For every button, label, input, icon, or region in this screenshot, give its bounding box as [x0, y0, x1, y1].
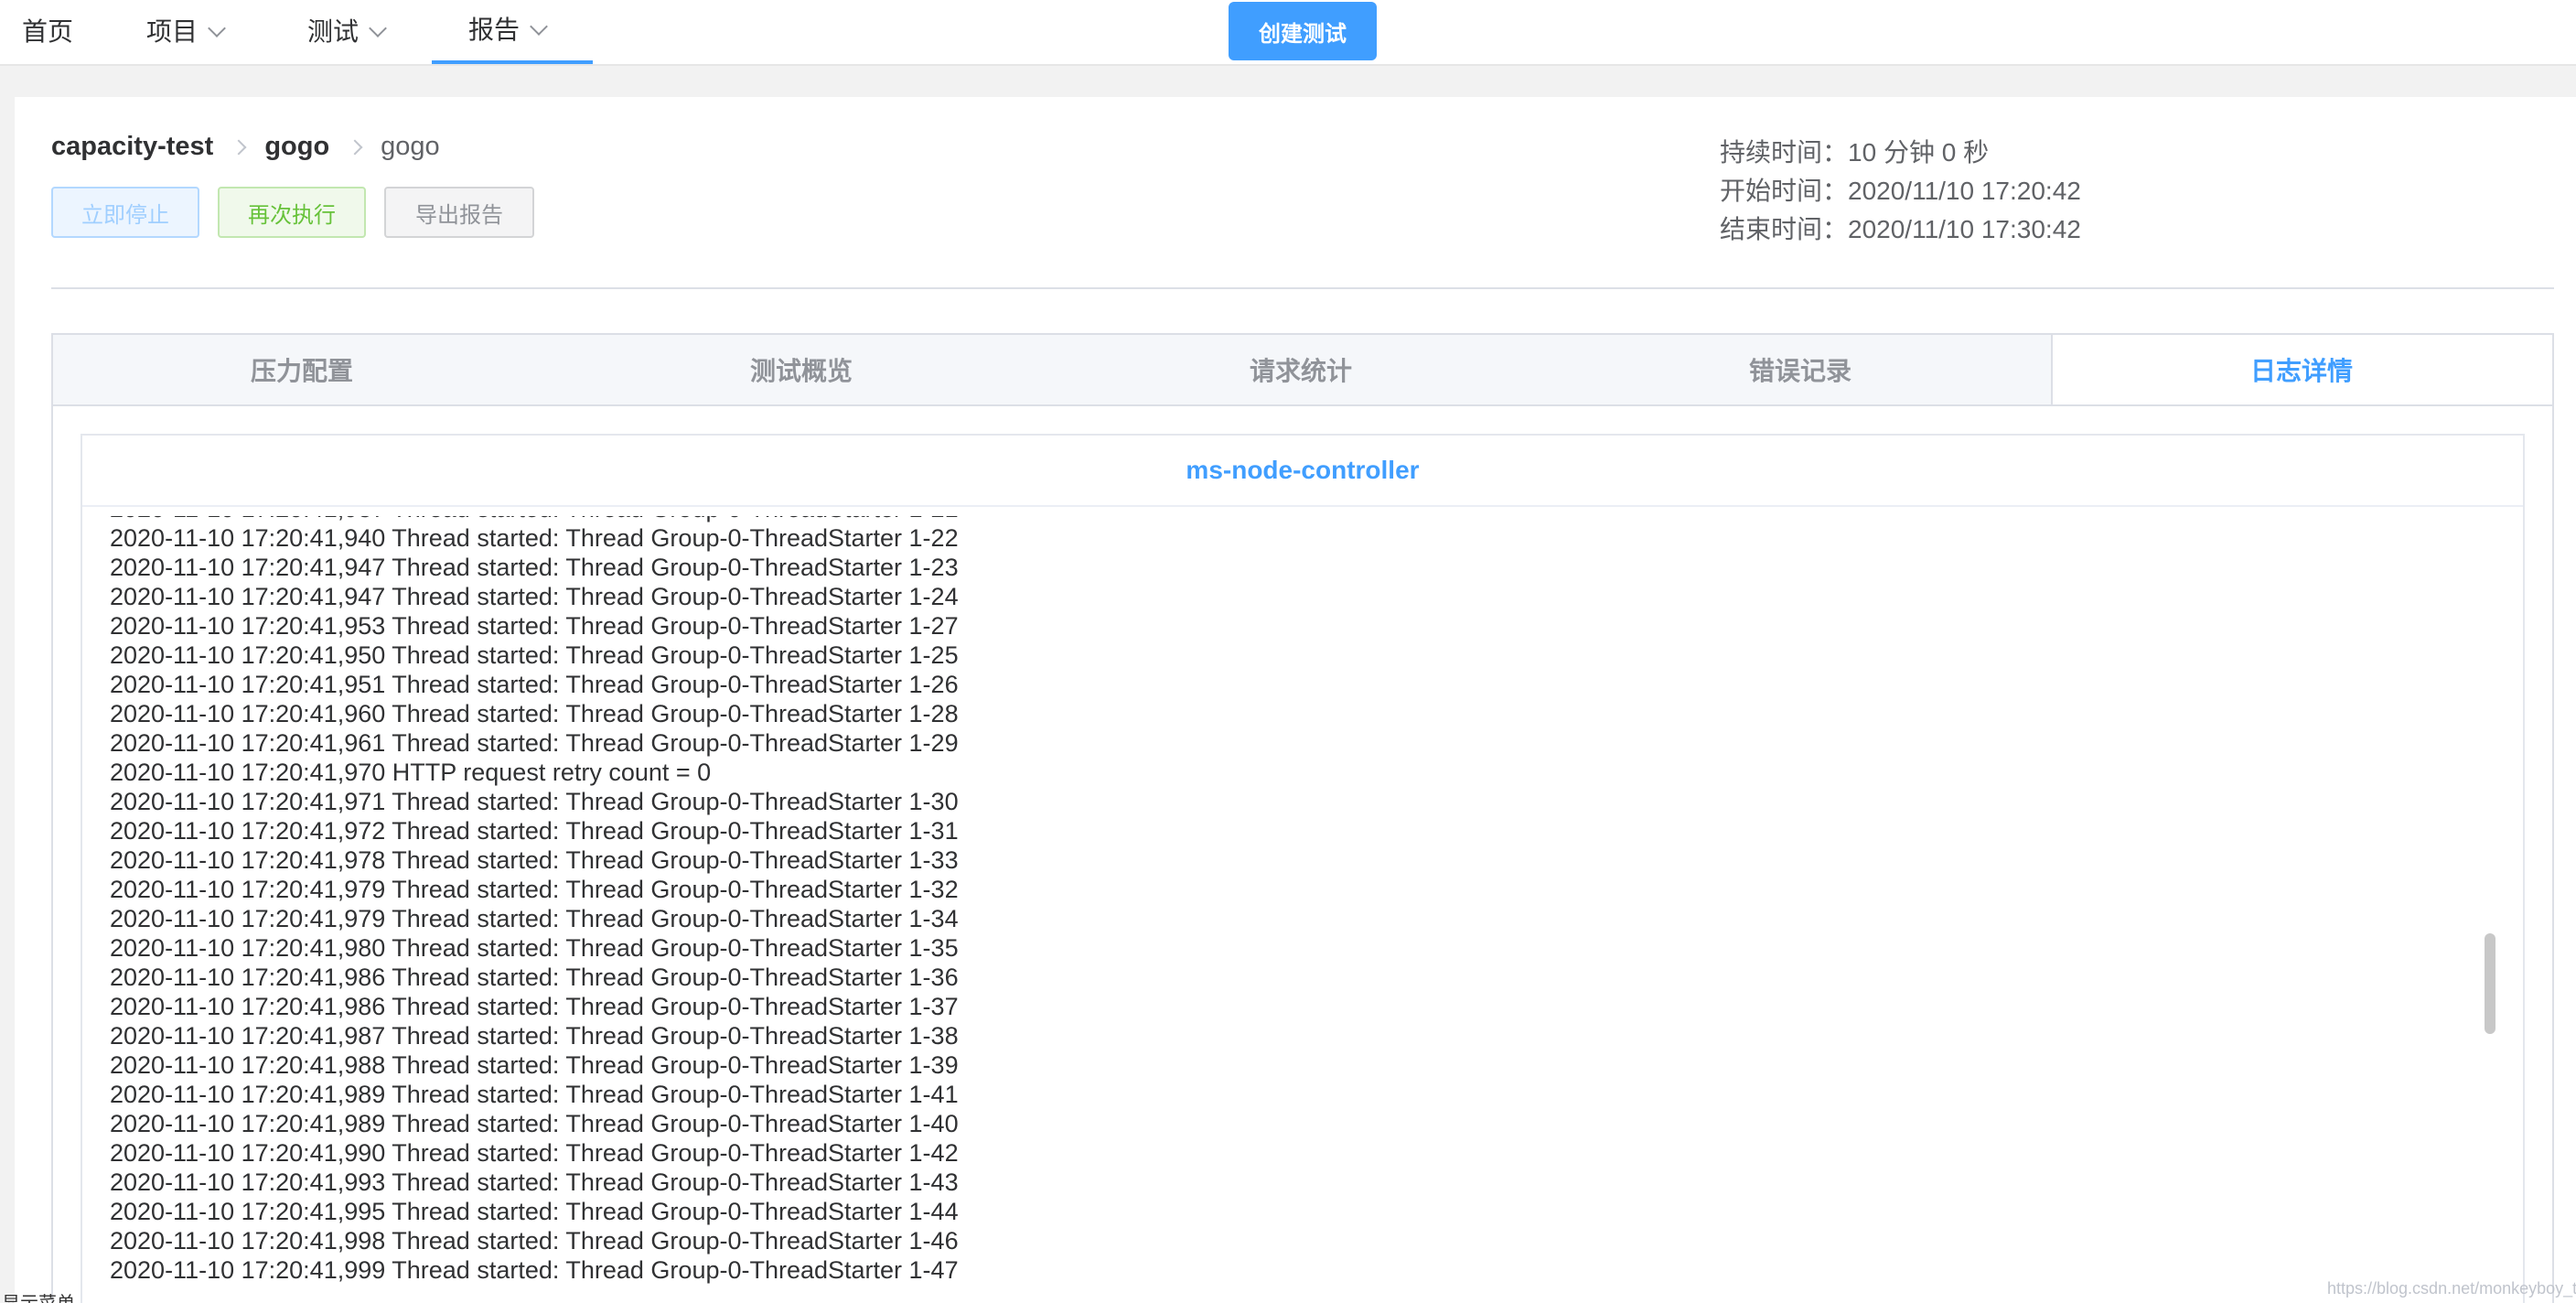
export-report-button[interactable]: 导出报告 [384, 187, 534, 238]
start-time-label: 开始时间： [1720, 177, 1849, 205]
log-line: 2020-11-10 17:20:41,990 Thread started: … [110, 1139, 959, 1167]
log-lines: 2020-11-10 17:20:41,937 Thread started: … [110, 516, 959, 1285]
log-line: 2020-11-10 17:20:41,999 Thread started: … [110, 1256, 959, 1284]
top-navigation: 首页 项目 测试 报告 创建测试 [0, 0, 2576, 66]
end-time-label: 结束时间： [1720, 215, 1849, 243]
divider [51, 287, 2554, 289]
end-time-row: 结束时间： 2020/11/10 17:30:42 [1720, 210, 2081, 249]
log-line: 2020-11-10 17:20:41,993 Thread started: … [110, 1168, 959, 1196]
nav-item-label: 项目 [146, 17, 199, 46]
log-node-title[interactable]: ms-node-controller [82, 436, 2523, 507]
breadcrumb-project[interactable]: capacity-test [51, 132, 213, 162]
watermark: https://blog.csdn.net/monkeyboy_tech [2327, 1279, 2576, 1298]
nav-item-home[interactable]: 首页 [22, 0, 73, 64]
breadcrumb-test[interactable]: gogo [264, 132, 329, 162]
log-line: 2020-11-10 17:20:41,988 Thread started: … [110, 1051, 959, 1079]
chevron-right-icon [347, 139, 363, 155]
end-time-value: 2020/11/10 17:30:42 [1848, 215, 2081, 243]
log-line: 2020-11-10 17:20:41,978 Thread started: … [110, 846, 959, 874]
breadcrumb-report: gogo [381, 132, 440, 161]
nav-item-label: 报告 [468, 16, 521, 44]
log-line: 2020-11-10 17:20:41,972 Thread started: … [110, 817, 959, 845]
log-line: 2020-11-10 17:20:41,986 Thread started: … [110, 964, 959, 991]
log-line: 2020-11-10 17:20:41,986 Thread started: … [110, 993, 959, 1020]
tab-error-log[interactable]: 错误记录 [1551, 335, 2051, 404]
duration-label: 持续时间： [1720, 138, 1849, 167]
report-tabs: 压力配置 测试概览 请求统计 错误记录 日志详情 [51, 333, 2554, 406]
time-info: 持续时间： 10 分钟 0 秒 开始时间： 2020/11/10 17:20:4… [1720, 134, 2081, 249]
chevron-down-icon [530, 17, 548, 36]
log-line: 2020-11-10 17:20:41,951 Thread started: … [110, 671, 959, 698]
tab-label: 压力配置 [250, 357, 353, 385]
chevron-down-icon [208, 19, 226, 38]
log-line: 2020-11-10 17:20:41,947 Thread started: … [110, 583, 959, 610]
log-panel: ms-node-controller 2020-11-10 17:20:41,9… [80, 434, 2525, 1303]
log-line: 2020-11-10 17:20:41,979 Thread started: … [110, 905, 959, 932]
breadcrumb: capacity-test gogo gogo [51, 132, 440, 162]
log-line: 2020-11-10 17:20:41,987 Thread started: … [110, 1022, 959, 1050]
log-line: 2020-11-10 17:20:41,971 Thread started: … [110, 788, 959, 815]
log-line: 2020-11-10 17:20:41,961 Thread started: … [110, 729, 959, 757]
log-line: 2020-11-10 17:20:41,970 HTTP request ret… [110, 759, 712, 786]
log-line: 2020-11-10 17:20:41,989 Thread started: … [110, 1110, 959, 1137]
tab-label: 测试概览 [749, 357, 853, 385]
tab-overview[interactable]: 测试概览 [553, 335, 1052, 404]
log-line: 2020-11-10 17:20:41,960 Thread started: … [110, 700, 959, 727]
tab-pressure-config[interactable]: 压力配置 [53, 335, 553, 404]
tab-request-stats[interactable]: 请求统计 [1052, 335, 1551, 404]
stop-button[interactable]: 立即停止 [51, 187, 199, 238]
chevron-down-icon [369, 19, 387, 38]
log-line: 2020-11-10 17:20:41,937 Thread started: … [110, 516, 959, 523]
nav-item-test[interactable]: 测试 [307, 0, 387, 64]
tab-label: 日志详情 [2249, 357, 2353, 385]
tab-label: 错误记录 [1748, 357, 1852, 385]
log-line: 2020-11-10 17:20:41,980 Thread started: … [110, 934, 959, 962]
nav-item-project[interactable]: 项目 [146, 0, 226, 64]
nav-item-label: 测试 [307, 17, 360, 46]
log-line: 2020-11-10 17:20:41,989 Thread started: … [110, 1081, 959, 1108]
log-line: 2020-11-10 17:20:41,950 Thread started: … [110, 641, 959, 669]
duration-row: 持续时间： 10 分钟 0 秒 [1720, 134, 2081, 172]
start-time-row: 开始时间： 2020/11/10 17:20:42 [1720, 172, 2081, 210]
log-line: 2020-11-10 17:20:41,940 Thread started: … [110, 524, 959, 552]
log-line: 2020-11-10 17:20:41,953 Thread started: … [110, 612, 959, 640]
scrollbar[interactable] [2485, 933, 2496, 1034]
nav-item-report[interactable]: 报告 [432, 0, 593, 64]
rerun-button[interactable]: 再次执行 [218, 187, 366, 238]
log-line: 2020-11-10 17:20:41,995 Thread started: … [110, 1198, 959, 1225]
log-content[interactable]: 2020-11-10 17:20:41,937 Thread started: … [110, 516, 2452, 1303]
log-line: 2020-11-10 17:20:41,947 Thread started: … [110, 554, 959, 581]
start-time-value: 2020/11/10 17:20:42 [1848, 177, 2081, 205]
nav-item-label: 首页 [22, 17, 74, 46]
log-line: 2020-11-10 17:20:41,998 Thread started: … [110, 1227, 959, 1255]
create-test-button[interactable]: 创建测试 [1229, 2, 1377, 60]
footer-text[interactable]: 显示菜单 [2, 1288, 75, 1303]
log-line: 2020-11-10 17:20:41,979 Thread started: … [110, 876, 959, 903]
duration-value: 10 分钟 0 秒 [1848, 138, 1990, 167]
chevron-right-icon [231, 139, 247, 155]
tab-label: 请求统计 [1249, 357, 1352, 385]
report-card: capacity-test gogo gogo 立即停止 再次执行 导出报告 持… [15, 97, 2576, 1303]
tab-log-details[interactable]: 日志详情 [2051, 335, 2552, 404]
